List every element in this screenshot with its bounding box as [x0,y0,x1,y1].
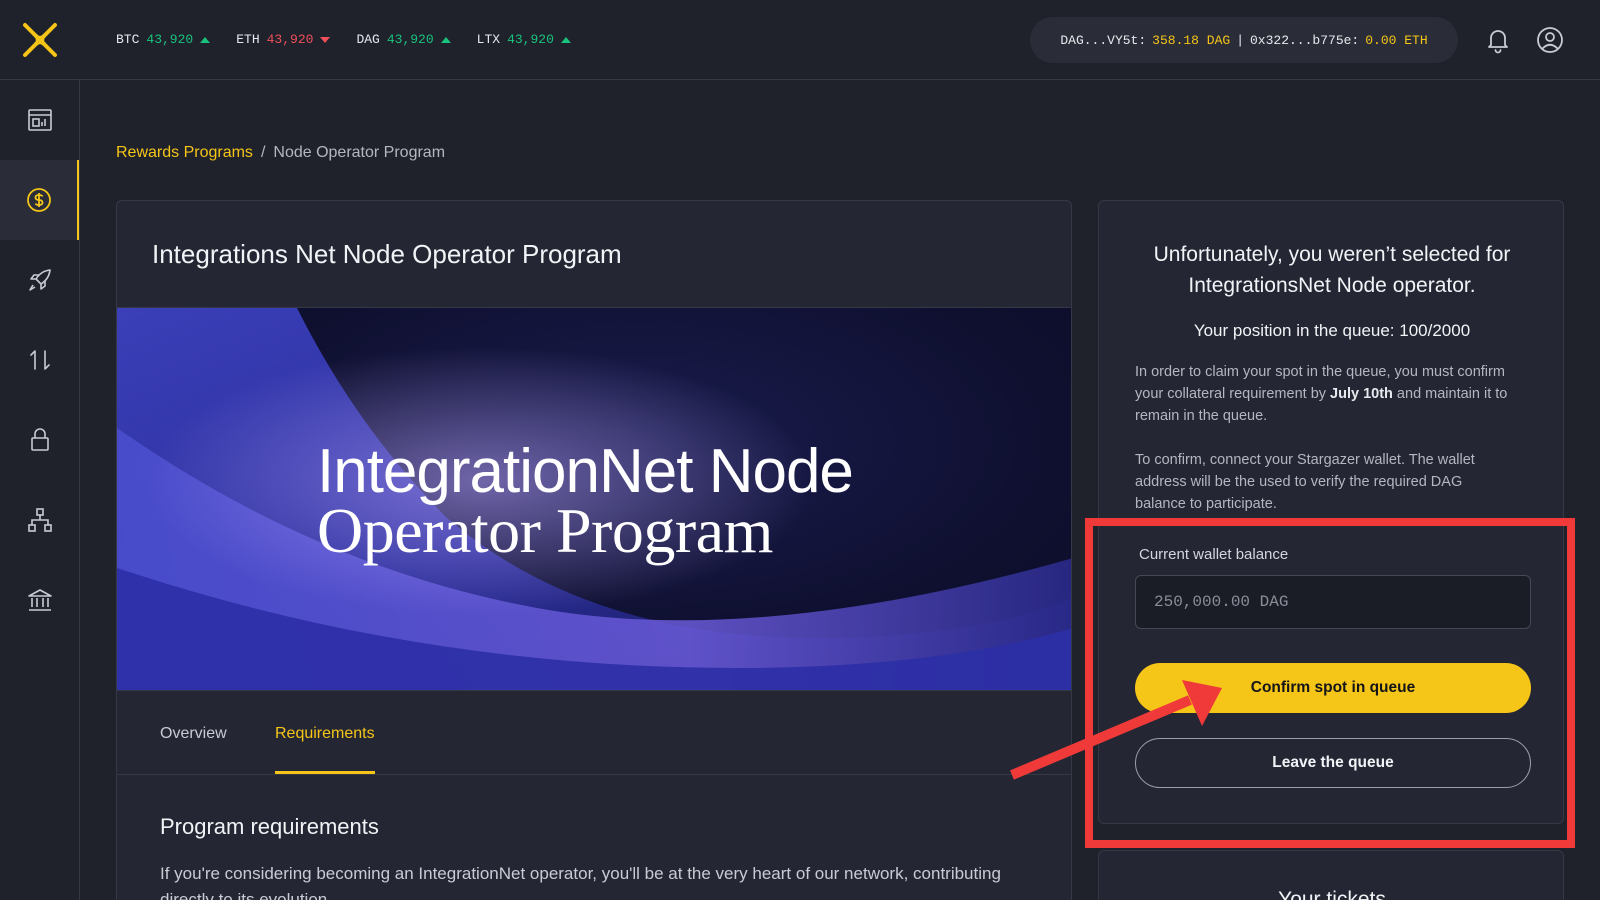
sidebar-item-governance[interactable] [0,560,79,640]
constellation-logo-icon[interactable] [20,20,60,60]
sidebar-item-swap[interactable] [0,320,79,400]
dag-balance: 358.18 DAG [1152,32,1231,48]
ticker-eth: ETH 43,920 [236,32,331,47]
rocket-icon [28,269,51,291]
eth-address: 0x322...b775e: [1250,32,1360,48]
lock-icon [30,428,49,451]
user-profile-icon[interactable] [1536,26,1564,54]
queue-position: Your position in the queue: 100/2000 [1193,321,1471,340]
rewards-coin-icon [26,188,51,212]
price-tickers: BTC 43,920 ETH 43,920 DAG 43,920 LTX 43,… [116,32,571,47]
program-tabs: Overview Requirements [117,691,1071,775]
sidebar-item-nodes[interactable] [0,480,79,560]
deadline-date: July 10th [1330,386,1393,402]
ticker-dag: DAG 43,920 [356,32,451,47]
banner-title-line2: Operator Program [317,495,773,566]
dag-address: DAG...VY5t: [1060,32,1147,48]
leave-queue-button[interactable]: Leave the queue [1135,738,1531,788]
wallet-balance-field[interactable]: 250,000.00 DAG [1135,575,1531,629]
eth-balance: 0.00 ETH [1365,32,1428,48]
collateral-instructions: In order to claim your spot in the queue… [1135,361,1515,427]
tickets-title: Your tickets [1278,888,1386,900]
arrow-up-icon [440,36,451,43]
bell-icon[interactable] [1484,26,1512,54]
network-nodes-icon [27,508,52,532]
sidebar-item-launchpad[interactable] [0,240,79,320]
tickets-card: Your tickets [1098,850,1564,900]
ticker-ltx: LTX 43,920 [477,32,571,47]
tab-overview[interactable]: Overview [160,725,227,743]
ticker-symbol: LTX [476,32,501,47]
breadcrumb-separator: / [260,144,266,161]
ticker-symbol: DAG [356,32,380,47]
ticker-value: 43,920 [146,32,194,47]
dashboard-icon [27,109,52,131]
sidebar-item-rewards[interactable] [0,160,79,240]
swap-icon [29,350,50,370]
sidebar-item-dashboard[interactable] [0,80,79,160]
page-title: Integrations Net Node Operator Program [152,239,622,269]
sidebar-item-staking[interactable] [0,400,79,480]
selection-status-heading: Unfortunately, you weren’t selected for … [1153,243,1511,297]
top-bar: BTC 43,920 ETH 43,920 DAG 43,920 LTX 43,… [0,0,1600,80]
bank-icon [27,589,52,611]
requirements-title: Program requirements [160,814,379,839]
wallet-instructions: To confirm, connect your Stargazer walle… [1135,452,1475,512]
ticker-value: 43,920 [266,32,314,47]
ticker-symbol: ETH [236,32,260,47]
wallet-balance-pill[interactable]: DAG...VY5t: 358.18 DAG | 0x322...b775e: … [1030,17,1458,63]
arrow-up-icon [560,36,571,43]
breadcrumb: Rewards Programs / Node Operator Program [116,144,445,162]
breadcrumb-rewards-programs-link[interactable]: Rewards Programs [116,144,253,162]
ticker-btc: BTC 43,920 [116,32,211,47]
program-banner: IntegrationNet Node Operator Program [117,307,1071,691]
ticker-value: 43,920 [386,32,434,47]
arrow-up-icon [200,36,211,43]
confirm-spot-button[interactable]: Confirm spot in queue [1135,663,1531,713]
tab-requirements[interactable]: Requirements [275,725,375,743]
ticker-value: 43,920 [507,32,554,47]
breadcrumb-current: Node Operator Program [273,144,446,161]
program-card: Integrations Net Node Operator Program I… [116,200,1072,900]
arrow-down-icon [320,36,331,43]
active-tab-indicator [275,771,375,774]
wallet-separator: | [1236,32,1244,48]
ticker-symbol: BTC [116,32,140,47]
requirements-body: If you're considering becoming an Integr… [160,864,1001,900]
sidebar [0,80,80,900]
wallet-balance-label: Current wallet balance [1139,546,1289,563]
queue-status-card: Unfortunately, you weren’t selected for … [1098,200,1564,824]
